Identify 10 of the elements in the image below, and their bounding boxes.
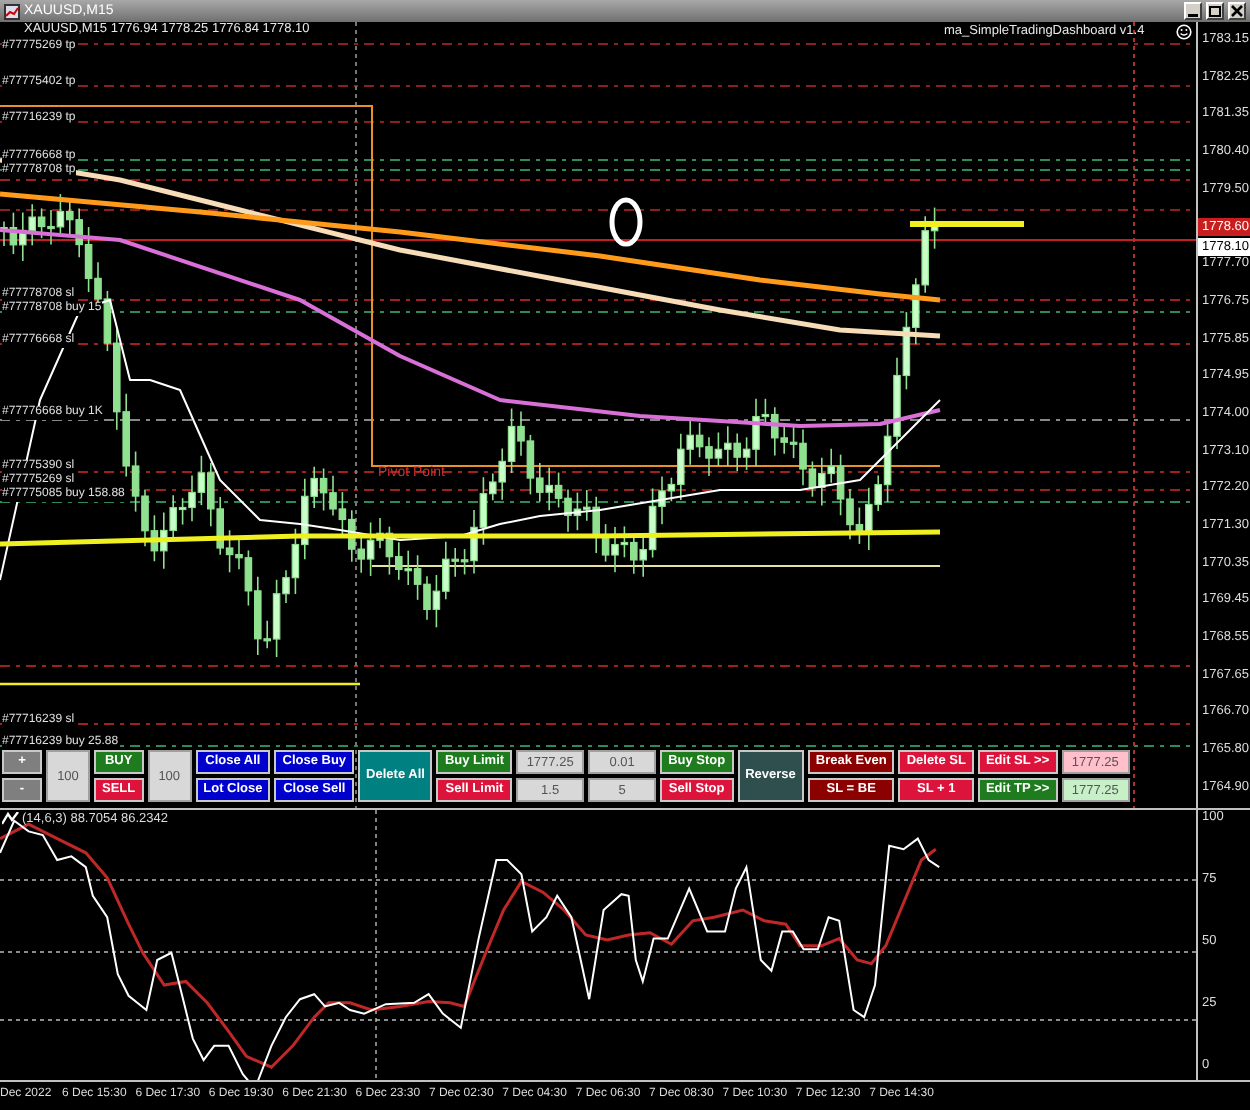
restore-icon bbox=[1208, 4, 1222, 18]
smiley-icon bbox=[1176, 24, 1192, 40]
close-button[interactable] bbox=[1228, 2, 1246, 20]
minimize-button[interactable] bbox=[1184, 2, 1202, 20]
chart-icon bbox=[4, 3, 20, 19]
level-line bbox=[910, 221, 1024, 227]
restore-button[interactable] bbox=[1206, 2, 1224, 20]
indicator-icon bbox=[2, 812, 20, 826]
close-icon bbox=[1230, 4, 1244, 18]
circle-marker bbox=[609, 197, 643, 247]
